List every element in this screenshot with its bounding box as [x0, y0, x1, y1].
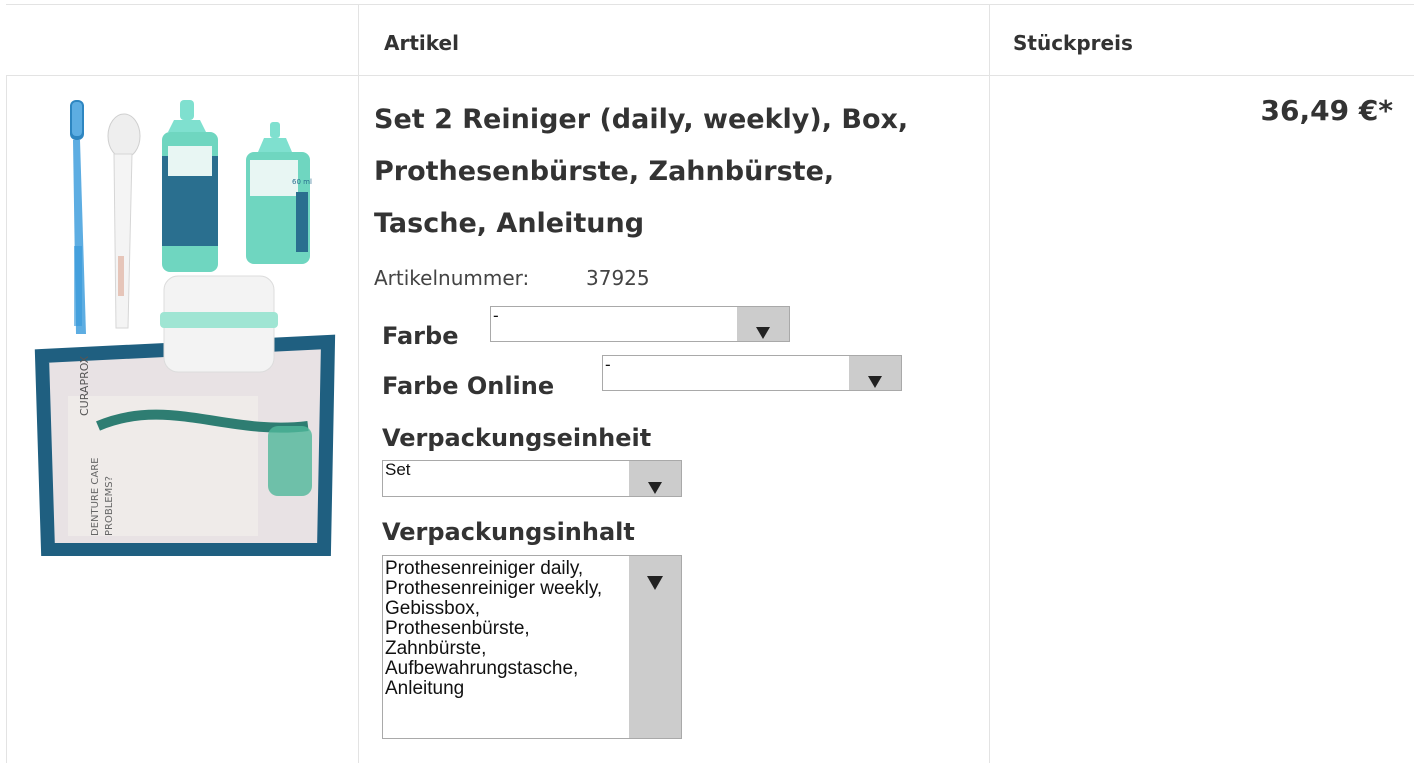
dropdown-button[interactable] [737, 307, 789, 341]
list-item: Anleitung [385, 679, 465, 699]
header-divider [6, 75, 1414, 76]
product-title[interactable]: Set 2 Reiniger (daily, weekly), Box, Pro… [374, 94, 974, 250]
column-divider [6, 75, 7, 763]
verpackungsinhalt-select[interactable]: Prothesenreiniger daily, Prothesenreinig… [382, 555, 682, 739]
list-item: Zahnbürste, [385, 639, 487, 659]
bottle-daily: 60 ml [246, 122, 312, 264]
column-header-article: Artikel [384, 31, 459, 55]
option-label-farbe-online: Farbe Online [382, 372, 555, 400]
bottle-weekly [162, 100, 218, 272]
option-label-farbe: Farbe [382, 322, 459, 350]
list-item: Prothesenbürste, [385, 619, 530, 639]
farbe-select-value: - [493, 306, 499, 325]
bottle-volume-label: 60 ml [292, 178, 312, 186]
toothbrush-blue [70, 100, 86, 334]
pouch-brand-label: CURAPROX [78, 355, 91, 416]
list-item: Gebissbox, [385, 599, 481, 619]
dropdown-button[interactable] [629, 461, 681, 496]
product-title-line: Prothesenbürste, Zahnbürste, [374, 156, 835, 187]
product-title-line: Tasche, Anleitung [374, 208, 645, 239]
list-item: Aufbewahrungstasche, [385, 659, 579, 679]
chevron-down-icon [868, 376, 882, 388]
product-title-line: Set 2 Reiniger (daily, weekly), Box, [374, 104, 909, 135]
column-divider [358, 5, 359, 763]
farbe-online-select-value: - [605, 355, 611, 374]
product-image[interactable]: 60 ml CURAPROX DENTURE CARE PROBLEMS? [28, 96, 340, 556]
chevron-down-icon [756, 327, 770, 339]
denture-box [160, 275, 278, 373]
pouch-title-line1: DENTURE CARE [90, 458, 101, 536]
column-divider [989, 5, 990, 763]
farbe-select[interactable]: - [490, 306, 790, 342]
list-item: Prothesenreiniger daily, [385, 559, 584, 579]
column-header-unit-price: Stückpreis [1013, 31, 1133, 55]
dropdown-button[interactable] [849, 356, 901, 390]
article-number-label: Artikelnummer: [374, 266, 530, 290]
storage-pouch: CURAPROX DENTURE CARE PROBLEMS? [34, 334, 336, 556]
option-label-verpackungsinhalt: Verpackungsinhalt [382, 518, 635, 546]
pouch-title-line2: PROBLEMS? [104, 476, 115, 536]
article-number-value: 37925 [586, 266, 650, 290]
denture-brush [107, 113, 141, 329]
chevron-down-icon [648, 482, 662, 494]
chevron-down-icon [647, 576, 663, 590]
verpackungsinhalt-lines: Prothesenreiniger daily, Prothesenreinig… [385, 559, 635, 699]
farbe-online-select[interactable]: - [602, 355, 902, 391]
list-item: Prothesenreiniger weekly, [385, 579, 603, 599]
option-label-verpackungseinheit: Verpackungseinheit [382, 424, 652, 452]
dropdown-button[interactable] [629, 556, 681, 738]
unit-price: 36,49 €* [1260, 94, 1393, 127]
verpackungseinheit-select-value: Set [385, 460, 411, 479]
verpackungseinheit-select[interactable]: Set [382, 460, 682, 497]
